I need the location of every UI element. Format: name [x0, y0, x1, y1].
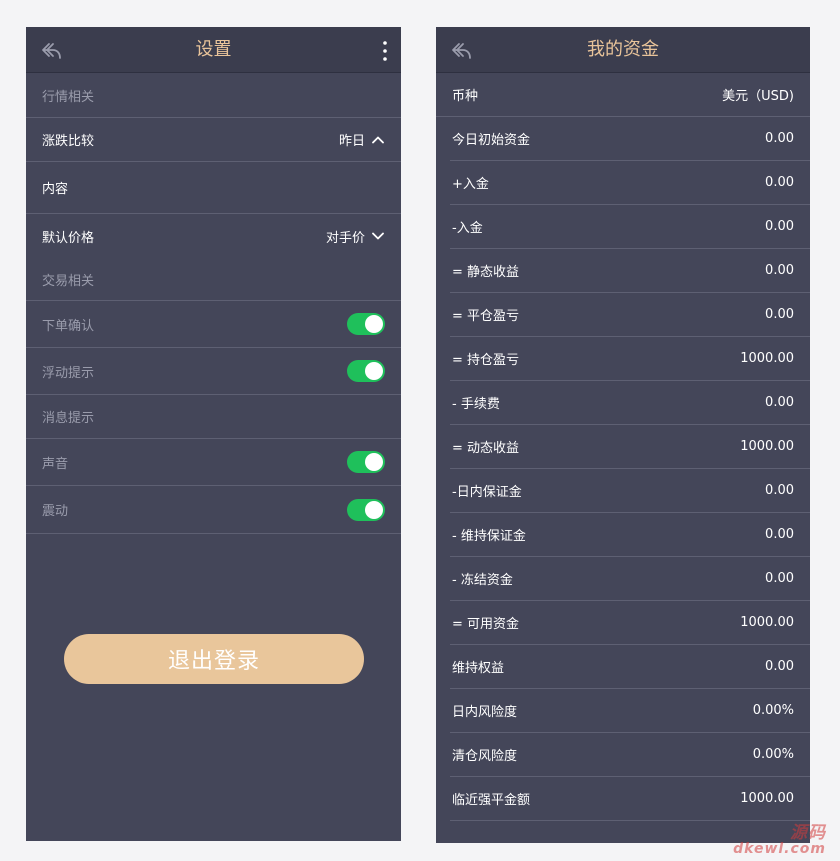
settings-screen: 设置 行情相关 涨跌比较 昨日 内容 默认价格 对手价 交易相关 下单确认 浮动…: [26, 27, 401, 841]
sound-row: 声音: [26, 439, 401, 486]
vibrate-toggle[interactable]: [347, 498, 385, 521]
row-label: 声音: [42, 456, 69, 472]
fund-label: - 冻结资金: [452, 573, 513, 588]
fund-label: 币种: [452, 89, 479, 104]
fund-row: = 动态收益 1000.00: [450, 425, 810, 469]
row-label: 内容: [42, 182, 69, 197]
fund-label: +入金: [452, 177, 489, 192]
row-label: 下单确认: [42, 318, 95, 334]
page-title: 我的资金: [587, 39, 659, 60]
fund-value: 0.00: [765, 659, 794, 674]
fund-label: = 动态收益: [452, 441, 520, 456]
fund-label: 维持权益: [452, 661, 505, 676]
fund-value: 0.00: [765, 307, 794, 322]
fund-label: - 维持保证金: [452, 529, 526, 544]
funds-screen: 我的资金 币种 美元（USD) 今日初始资金 0.00 +入金 0.00 -入金 0.…: [436, 27, 810, 843]
fund-row: +入金 0.00: [450, 161, 810, 205]
fund-value: 0.00: [765, 219, 794, 234]
watermark: 源码 dkewl.com: [733, 823, 826, 858]
chevron-up-icon: [372, 136, 384, 143]
fund-row: 临近强平金额 1000.00: [450, 777, 810, 821]
fund-label: - 手续费: [452, 397, 500, 412]
fund-value: 0.00: [765, 527, 794, 542]
fund-row-currency: 币种 美元（USD): [436, 73, 810, 117]
fund-value: 0.00: [765, 571, 794, 586]
watermark-line2: dkewl.com: [733, 841, 826, 857]
fund-value: 1000.00: [740, 615, 794, 630]
fund-row: 维持权益 0.00: [450, 645, 810, 689]
fund-label: = 平仓盈亏: [452, 309, 520, 324]
order-confirm-toggle[interactable]: [347, 313, 385, 335]
fund-row: -入金 0.00: [450, 205, 810, 249]
chevron-down-icon: [372, 232, 384, 240]
fund-value: 1000.00: [740, 439, 794, 454]
content-row[interactable]: 内容: [26, 162, 401, 214]
fund-row: - 维持保证金 0.00: [450, 513, 810, 557]
toggle-wrap: [347, 439, 385, 485]
toggle-wrap: [347, 301, 385, 347]
section-header-market: 行情相关: [26, 73, 401, 118]
select-value-wrap: 昨日: [339, 118, 385, 161]
more-options-icon[interactable]: [381, 39, 389, 63]
fund-label: -日内保证金: [452, 485, 522, 500]
row-label: 震动: [42, 504, 69, 519]
fund-row: 日内风险度 0.00%: [450, 689, 810, 733]
fund-row: = 可用资金 1000.00: [450, 601, 810, 645]
section-label: 交易相关: [42, 273, 95, 289]
select-value: 对手价: [325, 230, 365, 246]
select-value: 昨日: [338, 134, 365, 149]
fund-value: 0.00%: [752, 703, 794, 718]
fund-label: = 可用资金: [452, 617, 520, 632]
float-hint-toggle[interactable]: [347, 360, 385, 382]
fund-value: 0.00: [765, 175, 794, 190]
row-label: 浮动提示: [42, 365, 95, 381]
fund-label: = 静态收益: [452, 265, 520, 280]
fund-value: 1000.00: [740, 791, 794, 806]
fund-value: 0.00: [765, 483, 794, 498]
toggle-wrap: [347, 486, 385, 533]
funds-header: 我的资金: [436, 27, 810, 73]
price-compare-select[interactable]: 涨跌比较 昨日: [26, 118, 401, 162]
fund-row: -日内保证金 0.00: [450, 469, 810, 513]
fund-value: 0.00: [765, 263, 794, 278]
fund-value: 0.00: [765, 395, 794, 410]
section-label: 行情相关: [42, 89, 95, 105]
fund-label: 临近强平金额: [452, 793, 531, 808]
toggle-wrap: [347, 348, 385, 394]
float-hint-row: 浮动提示: [26, 348, 401, 395]
select-value-wrap: 对手价: [326, 214, 385, 258]
fund-value: 1000.00: [740, 351, 794, 366]
default-price-select[interactable]: 默认价格 对手价: [26, 214, 401, 258]
sound-toggle[interactable]: [347, 451, 385, 473]
fund-value: 美元（USD): [722, 89, 794, 104]
fund-row: - 手续费 0.00: [450, 381, 810, 425]
section-header-message: 消息提示: [26, 395, 401, 439]
fund-row: = 静态收益 0.00: [450, 249, 810, 293]
row-label: 涨跌比较: [42, 134, 95, 149]
fund-label: -入金: [452, 221, 483, 236]
watermark-line1: 源码: [790, 823, 826, 843]
logout-button[interactable]: 退出登录: [64, 634, 364, 684]
vibrate-row: 震动: [26, 486, 401, 534]
fund-row: 今日初始资金 0.00: [450, 117, 810, 161]
section-label: 消息提示: [42, 411, 95, 426]
fund-label: 清仓风险度: [452, 749, 518, 764]
fund-value: 0.00: [765, 131, 794, 146]
fund-value: 0.00%: [752, 747, 794, 762]
fund-row: = 持仓盈亏 1000.00: [450, 337, 810, 381]
order-confirm-row: 下单确认: [26, 301, 401, 348]
fund-row: - 冻结资金 0.00: [450, 557, 810, 601]
section-header-trading: 交易相关: [26, 258, 401, 301]
row-label: 默认价格: [42, 230, 95, 246]
settings-header: 设置: [26, 27, 401, 73]
fund-label: 日内风险度: [452, 705, 518, 720]
fund-row: 清仓风险度 0.00%: [450, 733, 810, 777]
fund-label: 今日初始资金: [452, 133, 531, 148]
fund-row: = 平仓盈亏 0.00: [450, 293, 810, 337]
page-title: 设置: [195, 39, 232, 60]
fund-label: = 持仓盈亏: [452, 353, 520, 368]
